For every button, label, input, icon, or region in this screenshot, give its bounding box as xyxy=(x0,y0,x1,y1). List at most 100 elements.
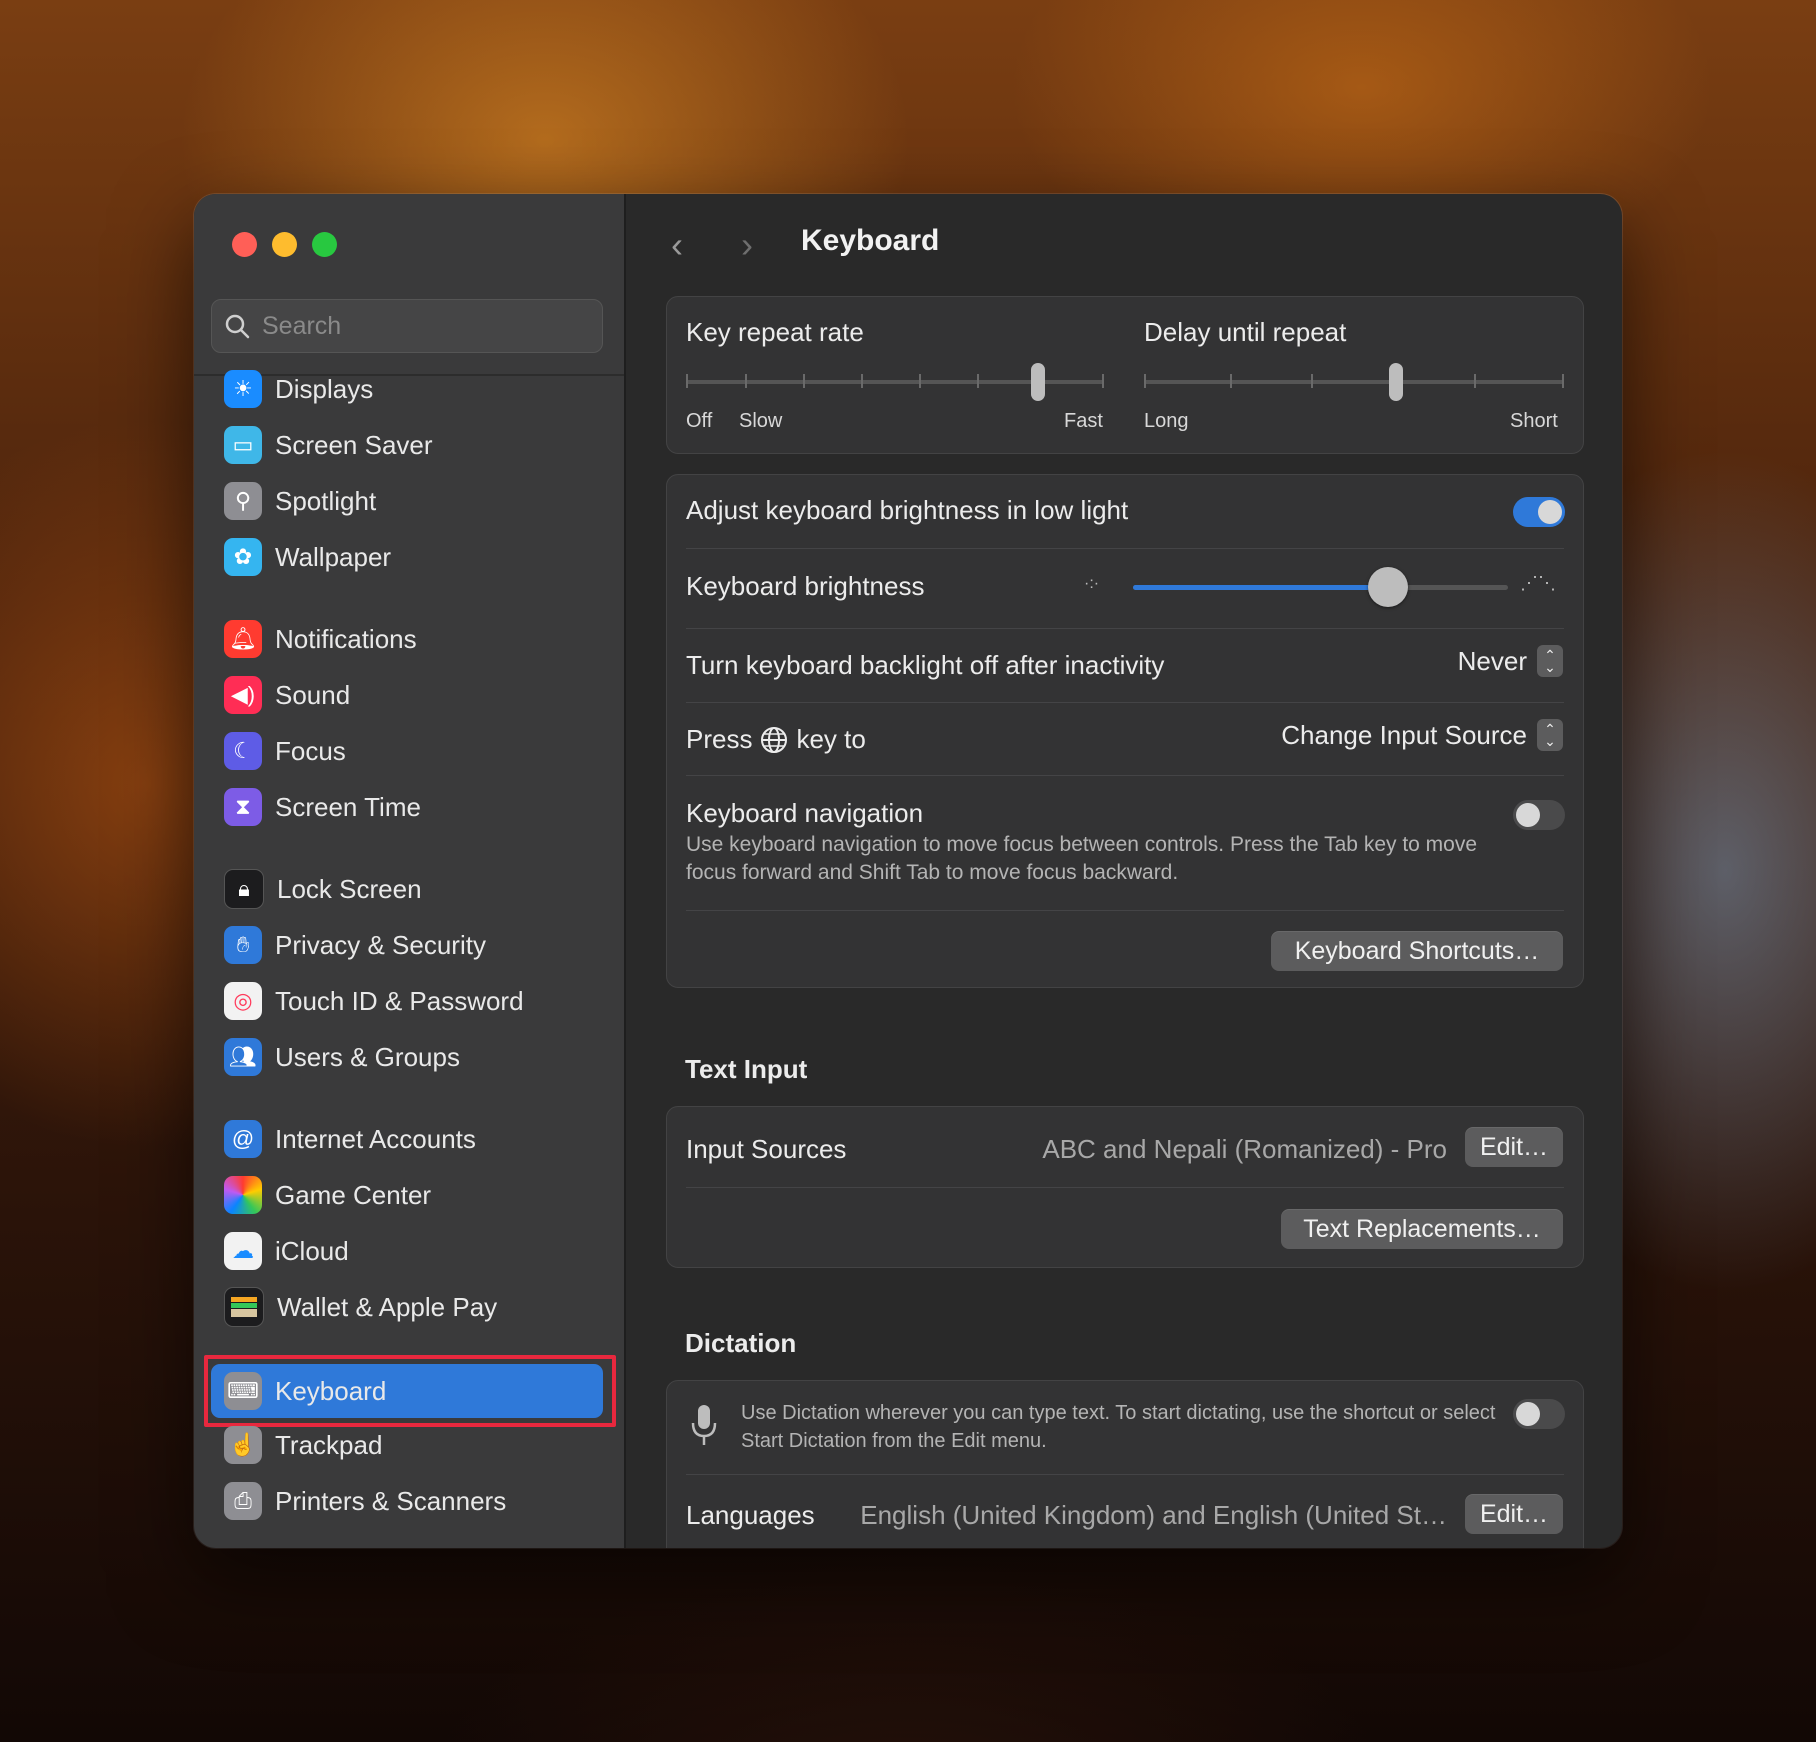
sidebar-item-screen-saver[interactable]: ▭ Screen Saver xyxy=(224,423,433,467)
delay-repeat-knob[interactable] xyxy=(1389,363,1403,401)
moon-icon: ☾ xyxy=(224,732,262,770)
sidebar-item-notifications[interactable]: 🔔︎ Notifications xyxy=(224,617,417,661)
key-repeat-knob[interactable] xyxy=(1031,363,1045,401)
repeat-settings-card: Key repeat rate Off Slow Fast Delay unti… xyxy=(666,296,1584,454)
forward-arrow-icon[interactable]: › xyxy=(741,224,753,266)
brightness-low-light-toggle[interactable] xyxy=(1513,497,1565,527)
press-globe-popup[interactable]: Change Input Source ⌃ ⌄ xyxy=(1281,719,1563,751)
sidebar-item-screen-time[interactable]: ⧗ Screen Time xyxy=(224,785,421,829)
sidebar-item-wallpaper[interactable]: ✿ Wallpaper xyxy=(224,535,391,579)
press-globe-value: Change Input Source xyxy=(1281,719,1527,750)
sidebar-item-label: Spotlight xyxy=(275,485,377,516)
key-repeat-slider[interactable] xyxy=(686,363,1104,403)
main-pane: ‹ › Keyboard Key repeat rate Off Slow Fa… xyxy=(626,194,1622,1548)
delay-repeat-slider[interactable] xyxy=(1144,363,1564,403)
sun-icon: ☀ xyxy=(224,370,262,408)
sidebar-item-internet-accounts[interactable]: @ Internet Accounts xyxy=(224,1117,476,1161)
users-icon: 👥︎ xyxy=(224,1038,262,1076)
key-repeat-slow-label: Slow xyxy=(739,410,783,432)
keyboard-brightness-slider[interactable] xyxy=(1133,567,1508,607)
page-title: Keyboard xyxy=(801,224,940,257)
sidebar-item-printers-scanners[interactable]: ⎙ Printers & Scanners xyxy=(224,1479,506,1523)
sidebar-item-label: Wallpaper xyxy=(275,541,392,572)
keyboard-navigation-toggle[interactable] xyxy=(1513,800,1565,830)
globe-icon xyxy=(761,726,788,753)
text-input-card: Input Sources ABC and Nepali (Romanized)… xyxy=(666,1106,1584,1268)
sidebar-item-label: Displays xyxy=(275,373,374,404)
keyboard-icon: ⌨ xyxy=(224,1372,262,1410)
input-sources-edit-button[interactable]: Edit… xyxy=(1465,1127,1563,1167)
sidebar-item-users-groups[interactable]: 👥︎ Users & Groups xyxy=(224,1035,460,1079)
printer-icon: ⎙ xyxy=(224,1482,262,1520)
delay-long-label: Long xyxy=(1144,410,1189,432)
sidebar-item-label: Trackpad xyxy=(275,1429,383,1460)
sidebar-item-label: Users & Groups xyxy=(275,1041,460,1072)
backlight-off-label: Turn keyboard backlight off after inacti… xyxy=(686,650,1165,680)
backlight-off-value: Never xyxy=(1457,645,1527,676)
row-divider xyxy=(686,702,1564,703)
dictation-card: Use Dictation wherever you can type text… xyxy=(666,1380,1584,1548)
sidebar-item-label: Game Center xyxy=(275,1179,432,1210)
speaker-icon: ◀︎) xyxy=(224,676,262,714)
cloud-icon: ☁ xyxy=(224,1232,262,1270)
keyboard-brightness-knob[interactable] xyxy=(1368,567,1408,607)
text-input-heading: Text Input xyxy=(685,1054,808,1084)
brightness-low-icon: ·:· xyxy=(1084,575,1100,592)
press-label: Press xyxy=(686,724,753,754)
sidebar-item-wallet[interactable]: Wallet & Apple Pay xyxy=(224,1285,497,1329)
sidebar-item-label: Notifications xyxy=(275,623,417,654)
languages-edit-button[interactable]: Edit… xyxy=(1465,1494,1563,1534)
zoom-button[interactable] xyxy=(312,232,337,257)
sidebar-item-lock-screen[interactable]: 🔒︎ Lock Screen xyxy=(224,867,422,911)
row-divider xyxy=(686,548,1564,549)
sidebar-item-privacy-security[interactable]: ✋︎ Privacy & Security xyxy=(224,923,486,967)
sidebar-item-trackpad[interactable]: ☝ Trackpad xyxy=(224,1423,382,1467)
key-repeat-off-label: Off xyxy=(686,410,713,432)
sidebar-item-displays[interactable]: ☀ Displays xyxy=(224,367,373,411)
row-divider xyxy=(686,1474,1564,1475)
dictation-heading: Dictation xyxy=(685,1328,797,1358)
search-input[interactable]: Search xyxy=(211,299,603,353)
microphone-icon xyxy=(691,1405,717,1445)
row-divider xyxy=(686,775,1564,776)
keyboard-brightness-label: Keyboard brightness xyxy=(686,571,925,601)
dictation-toggle[interactable] xyxy=(1513,1399,1565,1429)
at-icon: @ xyxy=(224,1120,262,1158)
input-sources-value: ABC and Nepali (Romanized) - Pro xyxy=(1042,1134,1447,1164)
keyboard-options-card: Adjust keyboard brightness in low light … xyxy=(666,474,1584,988)
sidebar-item-label: Sound xyxy=(275,679,351,710)
sidebar-item-sound[interactable]: ◀︎) Sound xyxy=(224,673,350,717)
sidebar-item-focus[interactable]: ☾ Focus xyxy=(224,729,346,773)
text-replacements-button[interactable]: Text Replacements… xyxy=(1281,1209,1563,1249)
sidebar-item-keyboard[interactable]: ⌨ Keyboard xyxy=(211,1364,603,1418)
row-divider xyxy=(686,628,1564,629)
sidebar-item-spotlight[interactable]: ⚲ Spotlight xyxy=(224,479,376,523)
trackpad-icon: ☝ xyxy=(224,1426,262,1464)
back-arrow-icon[interactable]: ‹ xyxy=(671,224,683,266)
sidebar-item-icloud[interactable]: ☁ iCloud xyxy=(224,1229,349,1273)
sidebar-item-touch-id[interactable]: ◎ Touch ID & Password xyxy=(224,979,524,1023)
sidebar-item-game-center[interactable]: Game Center xyxy=(224,1173,431,1217)
minimize-button[interactable] xyxy=(272,232,297,257)
close-button[interactable] xyxy=(232,232,257,257)
key-repeat-fast-label: Fast xyxy=(1064,410,1103,432)
key-to-label: key to xyxy=(796,724,866,754)
sidebar-item-label: Screen Saver xyxy=(275,429,433,460)
row-divider xyxy=(686,1187,1564,1188)
keyboard-shortcuts-button[interactable]: Keyboard Shortcuts… xyxy=(1271,931,1563,971)
flower-icon: ✿ xyxy=(224,538,262,576)
languages-value: English (United Kingdom) and English (Un… xyxy=(860,1500,1447,1530)
backlight-off-popup[interactable]: Never ⌃ ⌄ xyxy=(1458,645,1563,677)
hourglass-icon: ⧗ xyxy=(224,788,262,826)
game-center-icon xyxy=(224,1176,262,1214)
popup-chevron-icon: ⌃ ⌄ xyxy=(1537,645,1563,677)
dictation-description: Use Dictation wherever you can type text… xyxy=(741,1402,1496,1452)
sidebar-item-label: Printers & Scanners xyxy=(275,1485,507,1516)
wallet-icon xyxy=(224,1287,264,1327)
search-icon xyxy=(225,314,250,339)
sidebar-item-label: Lock Screen xyxy=(277,873,422,904)
delay-short-label: Short xyxy=(1510,410,1558,432)
sidebar-item-label: Keyboard xyxy=(275,1375,387,1406)
search-placeholder: Search xyxy=(262,311,342,340)
sidebar-item-label: iCloud xyxy=(275,1235,349,1266)
